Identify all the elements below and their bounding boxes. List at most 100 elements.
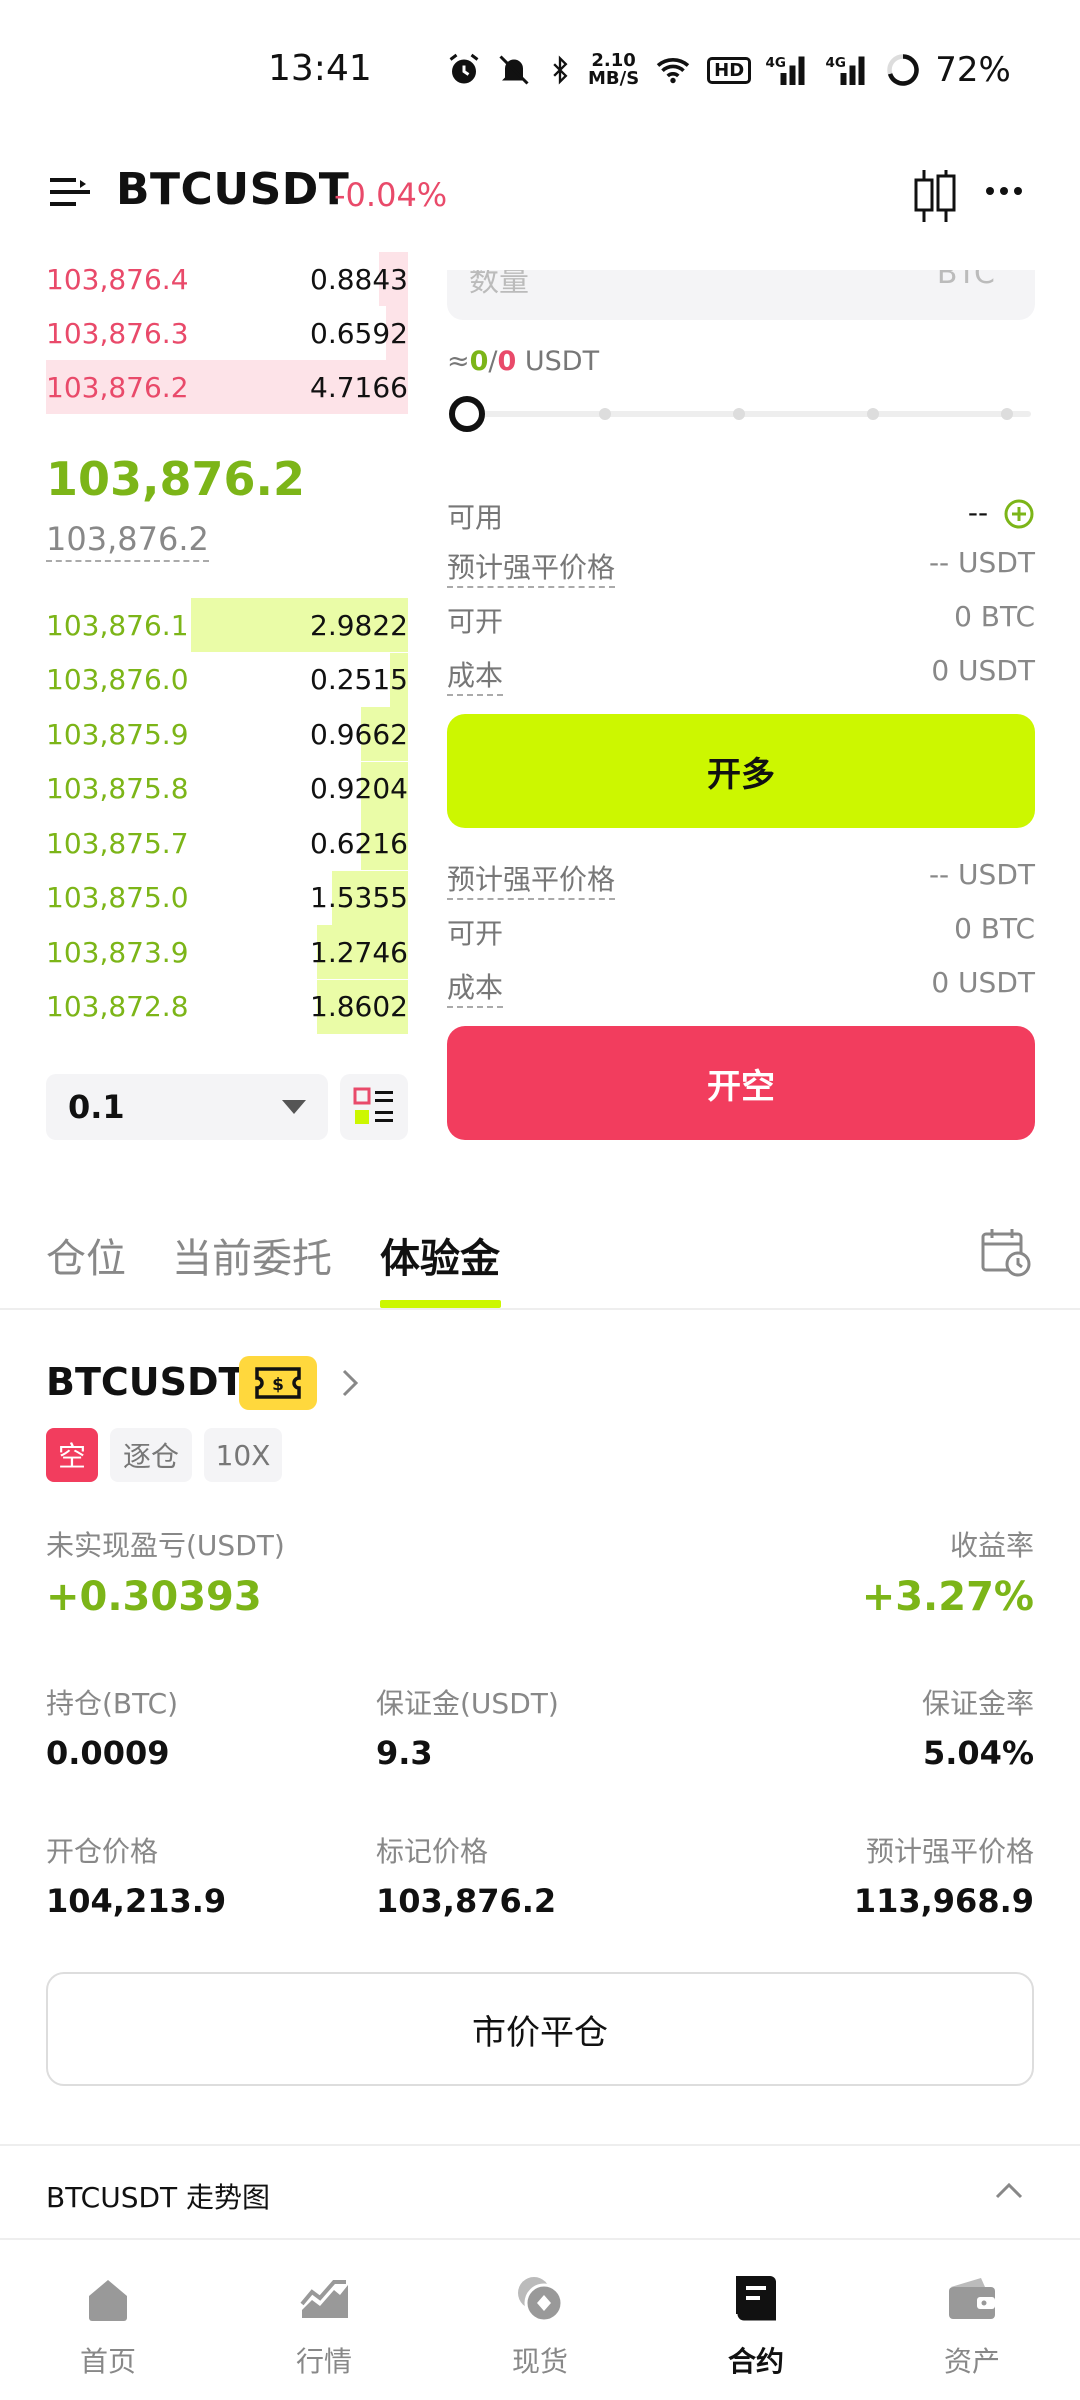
tab-positions[interactable]: 仓位 — [46, 1226, 126, 1284]
bid-row[interactable]: 103,875.9 0.9662 — [46, 707, 408, 761]
long-cost-row: 成本 0 USDT — [447, 654, 1035, 696]
status-icons: 2.10 MB/S HD 4G 4G 72% — [446, 46, 1011, 94]
bid-qty: 1.5355 — [310, 881, 408, 914]
short-cost-row: 成本 0 USDT — [447, 966, 1035, 1008]
nav-home[interactable]: 首页 — [0, 2240, 216, 2400]
unrealized-pnl-value: +0.30393 — [46, 1574, 262, 1620]
candlestick-icon[interactable] — [912, 168, 958, 224]
bid-qty: 1.8602 — [310, 990, 408, 1023]
trend-chart-bar[interactable]: BTCUSDT 走势图 — [0, 2144, 1080, 2240]
entry-price-value: 104,213.9 — [46, 1882, 227, 1920]
liq-price-label: 预计强平价格 — [865, 1835, 1034, 1868]
long-liq-row: 预计强平价格 -- USDT — [447, 546, 1035, 588]
pair-symbol[interactable]: BTCUSDT — [116, 164, 349, 215]
bid-qty: 0.6216 — [310, 826, 408, 860]
bottom-nav: 首页 行情 现货 合约 资产 — [0, 2240, 1080, 2400]
bid-qty: 0.9204 — [310, 772, 408, 805]
quantity-placeholder: 数量 — [469, 270, 529, 299]
caret-down-icon — [282, 1100, 306, 1114]
coupon-icon: $ — [255, 1367, 301, 1399]
alarm-icon — [449, 53, 479, 84]
history-calendar-icon[interactable] — [980, 1226, 1032, 1278]
bid-price: 103,876.0 — [46, 663, 189, 696]
long-open-row: 可开 0 BTC — [447, 600, 1035, 638]
trial-coupon-badge: $ — [239, 1356, 317, 1410]
trend-title: BTCUSDT 走势图 — [46, 2181, 271, 2214]
bid-row[interactable]: 103,873.9 1.2746 — [46, 925, 408, 979]
bid-price: 103,873.9 — [46, 935, 189, 969]
bid-price: 103,872.8 — [46, 990, 189, 1023]
slider-thumb[interactable] — [449, 396, 485, 432]
bid-row[interactable]: 103,876.0 0.2515 — [46, 652, 408, 707]
ask-row[interactable]: 103,876.2 4.7166 — [46, 360, 408, 414]
status-bar: 13:41 2.10 MB/S HD 4G 4G 72% — [0, 0, 1080, 140]
approx-value: ≈0/0 USDT — [447, 346, 600, 377]
ask-price: 103,876.2 — [46, 370, 189, 404]
side-tag: 空 — [46, 1428, 98, 1482]
precision-select[interactable]: 0.1 — [46, 1074, 328, 1140]
quantity-slider[interactable] — [447, 396, 1035, 432]
hd-icon: HD — [707, 56, 752, 84]
margin-rate-value: 5.04% — [922, 1734, 1034, 1772]
short-open-row: 可开 0 BTC — [447, 912, 1035, 950]
open-long-button[interactable]: 开多 — [447, 714, 1035, 828]
ask-row[interactable]: 103,876.4 0.8843 — [46, 252, 408, 306]
orderbook-layout-icon — [353, 1087, 393, 1124]
app-header: BTCUSDT -0.04% — [0, 150, 1080, 234]
tab-trial-fund[interactable]: 体验金 — [380, 1226, 500, 1284]
bid-row[interactable]: 103,875.0 1.5355 — [46, 870, 408, 925]
market-chart-icon — [300, 2280, 348, 2318]
market-close-button[interactable]: 市价平仓 — [46, 1972, 1034, 2086]
last-price: 103,876.2 — [46, 452, 305, 506]
bid-row[interactable]: 103,872.8 1.8602 — [46, 979, 408, 1034]
bid-row[interactable]: 103,875.8 0.9204 — [46, 761, 408, 816]
nav-assets[interactable]: 资产 — [864, 2240, 1080, 2400]
signal-4g-icon: 4G — [766, 55, 805, 85]
chevron-up-icon[interactable] — [994, 2182, 1024, 2200]
menu-icon[interactable] — [50, 174, 90, 210]
bid-qty: 0.9662 — [310, 717, 408, 751]
precision-value: 0.1 — [68, 1088, 125, 1126]
quantity-input[interactable]: 数量 BTC — [447, 270, 1035, 320]
margin-mode-tag: 逐仓 — [110, 1428, 192, 1482]
wifi-icon — [656, 58, 690, 84]
futures-doc-icon — [734, 2276, 776, 2324]
bluetooth-icon — [553, 55, 568, 85]
margin-value: 9.3 — [376, 1734, 433, 1772]
nav-futures[interactable]: 合约 — [648, 2240, 864, 2400]
bid-row[interactable]: 103,875.7 0.6216 — [46, 816, 408, 870]
bid-qty: 1.2746 — [310, 935, 408, 969]
short-liq-row: 预计强平价格 -- USDT — [447, 858, 1035, 900]
tab-underline — [380, 1300, 501, 1308]
ask-qty: 4.7166 — [310, 370, 408, 404]
ask-qty: 0.8843 — [310, 262, 408, 296]
position-symbol[interactable]: BTCUSDT — [46, 1360, 244, 1404]
roi-value: +3.27% — [861, 1574, 1034, 1620]
bid-price: 103,876.1 — [46, 608, 189, 642]
chevron-right-icon[interactable] — [340, 1368, 360, 1398]
price-change: -0.04% — [334, 176, 448, 214]
bid-price: 103,875.0 — [46, 881, 189, 914]
ask-row[interactable]: 103,876.3 0.6592 — [46, 306, 408, 360]
bid-qty: 0.2515 — [310, 663, 408, 696]
more-icon[interactable] — [986, 186, 1022, 196]
mark-price-value: 103,876.2 — [376, 1882, 557, 1920]
mark-price[interactable]: 103,876.2 — [46, 520, 209, 562]
quantity-unit[interactable]: BTC — [937, 270, 995, 291]
ask-price: 103,876.4 — [46, 262, 189, 296]
nav-market[interactable]: 行情 — [216, 2240, 432, 2400]
transfer-plus-icon[interactable] — [1003, 498, 1035, 530]
open-short-button[interactable]: 开空 — [447, 1026, 1035, 1140]
bid-qty: 2.9822 — [310, 608, 408, 642]
battery-ring-icon — [887, 54, 919, 86]
entry-price-label: 开仓价格 — [46, 1835, 159, 1868]
tab-open-orders[interactable]: 当前委托 — [172, 1226, 332, 1284]
bid-row[interactable]: 103,876.1 2.9822 — [46, 598, 408, 652]
mute-bell-icon — [499, 55, 529, 85]
battery-percent: 72% — [935, 50, 1011, 90]
nav-spot[interactable]: 现货 — [432, 2240, 648, 2400]
signal-4g-icon-2: 4G — [826, 55, 865, 85]
bid-price: 103,875.9 — [46, 717, 189, 751]
orderbook-layout-button[interactable] — [340, 1074, 408, 1140]
position-tabs: 仓位 当前委托 体验金 — [0, 1220, 1080, 1310]
